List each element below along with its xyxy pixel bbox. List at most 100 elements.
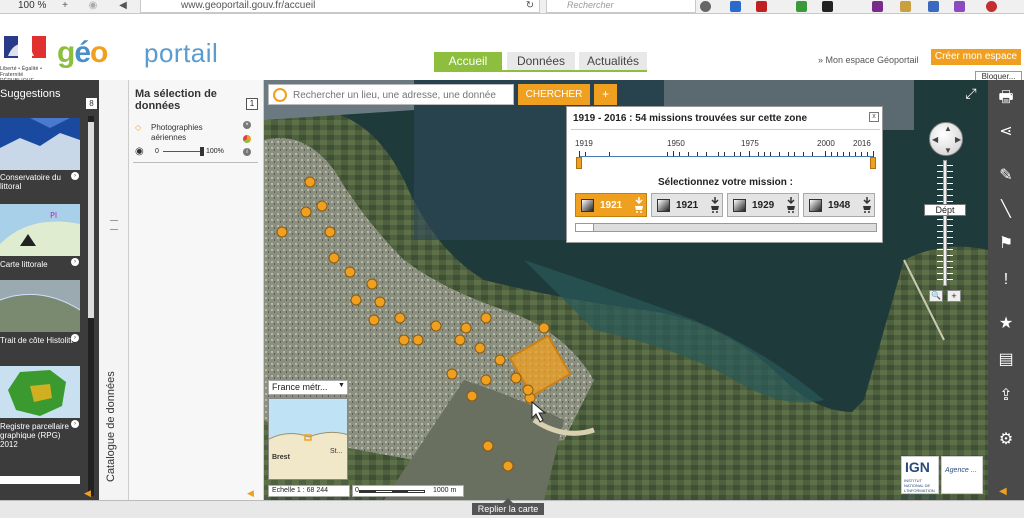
new-tab-icon[interactable]: +	[56, 0, 74, 13]
info-icon[interactable]: i	[243, 148, 251, 156]
download-cart-icon[interactable]	[710, 196, 720, 214]
chevron-down-icon[interactable]: ▼	[338, 382, 345, 389]
browser-search-input[interactable]: Rechercher	[546, 0, 696, 13]
pan-down-icon[interactable]: ▼	[944, 146, 952, 155]
download-cart-icon[interactable]	[862, 196, 872, 214]
extension-yellow-icon[interactable]	[900, 1, 911, 12]
collapse-right-icon[interactable]: ◀	[999, 486, 1007, 497]
suggestion-thumb-carte-littorale[interactable]: Pl	[0, 204, 80, 256]
extension-red-icon[interactable]	[986, 1, 997, 12]
grip-icon[interactable]	[110, 220, 118, 230]
tab-actualites[interactable]: Actualités	[579, 52, 647, 70]
scale-ratio: Echelle 1 : 68 244	[268, 485, 350, 497]
chevron-right-icon[interactable]: ›	[71, 420, 79, 428]
download-cart-icon[interactable]	[786, 196, 796, 214]
close-icon[interactable]: x	[869, 112, 879, 122]
creer-espace-button[interactable]: Créer mon espace	[931, 49, 1021, 65]
reorder-icon[interactable]: ◇	[135, 123, 141, 132]
palette-icon[interactable]	[243, 135, 251, 143]
ign-logo[interactable]: IGN INSTITUT NATIONAL DE L'INFORMATION G…	[901, 456, 939, 503]
pan-control[interactable]: ▲ ▼ ◀ ▶	[929, 122, 963, 156]
alert-icon[interactable]: !	[988, 264, 1024, 296]
collapse-left-icon[interactable]: ◀	[84, 488, 91, 499]
tab-accueil[interactable]: Accueil	[434, 52, 502, 70]
map-icon[interactable]: ▤	[988, 344, 1024, 376]
url-bar[interactable]: www.geoportail.gouv.fr/accueil	[140, 0, 540, 13]
mission-scrollbar-thumb[interactable]	[576, 224, 594, 231]
fullscreen-icon[interactable]: ⤢	[962, 84, 980, 102]
zoom-level[interactable]: 100 %	[18, 0, 46, 11]
partner-logo[interactable]: Agence ...	[941, 456, 983, 494]
download-cart-icon[interactable]	[634, 196, 644, 214]
timeline-tick	[724, 152, 726, 156]
zoom-level-label[interactable]: Dépt	[924, 204, 966, 216]
back-icon[interactable]: ◀	[114, 0, 132, 13]
timeline-end-handle[interactable]	[870, 157, 876, 169]
suggestions-scrollbar[interactable]	[88, 116, 94, 496]
pan-up-icon[interactable]: ▲	[944, 124, 952, 133]
chevron-right-icon[interactable]: ›	[71, 334, 79, 342]
tab-donnees[interactable]: Données	[507, 52, 575, 70]
pan-right-icon[interactable]: ▶	[955, 135, 961, 144]
replier-carte-button[interactable]: Replier la carte	[472, 503, 544, 515]
extension-blue-icon[interactable]	[928, 1, 939, 12]
adblock-icon[interactable]	[756, 1, 767, 12]
suggestion-label-carte-littorale[interactable]: Carte littorale	[0, 260, 78, 269]
zoom-slider[interactable]	[943, 160, 947, 286]
upload-icon[interactable]: ⇪	[988, 380, 1024, 412]
close-icon[interactable]: ×	[243, 121, 251, 129]
extension-arrow-icon[interactable]	[822, 1, 833, 12]
opacity-slider[interactable]	[163, 151, 203, 152]
zoom-in-icon[interactable]: +	[947, 290, 961, 302]
rss-icon[interactable]: ◉	[84, 0, 102, 13]
plus-button[interactable]: +	[594, 84, 617, 105]
search-input[interactable]	[293, 88, 508, 102]
eye-icon[interactable]: ◉	[135, 146, 144, 157]
reload-icon[interactable]: ↻	[521, 0, 539, 13]
extension-violet-icon[interactable]	[954, 1, 965, 12]
ruler-icon[interactable]: ╲	[988, 194, 1024, 226]
collapse-selection-icon[interactable]: ◀	[247, 488, 254, 499]
selection-count: 1	[246, 98, 258, 110]
chevron-right-icon[interactable]: ›	[71, 172, 79, 180]
projection-select[interactable]: France métr...	[268, 380, 348, 395]
printer-icon[interactable]: 🖶	[988, 82, 1024, 114]
suggestion-thumb-trait-cote[interactable]	[0, 280, 80, 332]
extension-icon[interactable]	[796, 1, 807, 12]
suggestion-thumb-rpg[interactable]	[0, 366, 80, 418]
gear-icon[interactable]: ⚙	[988, 424, 1024, 456]
pocket-icon[interactable]	[700, 1, 711, 12]
signpost-icon[interactable]: ⚑	[988, 228, 1024, 260]
overview-map[interactable]	[268, 398, 348, 480]
suggestion-label-conservatoire[interactable]: Conservatoire du littoral	[0, 173, 78, 191]
crosshair-icon[interactable]	[273, 88, 287, 102]
scale-bar: 0 1000 m	[352, 485, 464, 497]
timeline-tick	[733, 152, 735, 156]
suggestion-label-trait-cote[interactable]: Trait de côte Histolitt	[0, 336, 78, 345]
pan-left-icon[interactable]: ◀	[932, 135, 938, 144]
share-icon[interactable]: ⋖	[988, 116, 1024, 148]
suggestion-thumb-conservatoire[interactable]	[0, 118, 80, 170]
mission-button-1[interactable]: 1921	[575, 193, 647, 217]
suggestion-label-rpg[interactable]: Registre parcellaire graphique (RPG) 201…	[0, 422, 78, 449]
chevron-right-icon[interactable]: ›	[71, 258, 79, 266]
timeline-axis[interactable]	[579, 156, 873, 157]
mission-scrollbar[interactable]	[575, 223, 877, 232]
geoportail-logo[interactable]: géo	[57, 36, 108, 70]
mon-espace-link[interactable]: » Mon espace Géoportail	[818, 55, 919, 65]
opacity-slider-thumb[interactable]	[200, 147, 204, 156]
catalogue-label[interactable]: Catalogue de données	[105, 371, 117, 482]
download-icon[interactable]	[730, 1, 741, 12]
pencil-icon[interactable]: ✎	[988, 160, 1024, 192]
star-icon[interactable]: ★	[988, 308, 1024, 340]
zoom-search-icon[interactable]: 🔍	[929, 290, 943, 302]
scrollbar-thumb[interactable]	[88, 122, 94, 318]
mission-button-2[interactable]: 1921	[651, 193, 723, 217]
timeline-tick	[824, 151, 826, 157]
extension-purple-icon[interactable]	[872, 1, 883, 12]
mission-button-4[interactable]: 1948	[803, 193, 875, 217]
timeline-start-handle[interactable]	[576, 157, 582, 169]
chercher-button[interactable]: CHERCHER	[518, 84, 590, 105]
layer-name[interactable]: Photographies aériennes	[151, 123, 221, 143]
mission-button-3[interactable]: 1929	[727, 193, 799, 217]
